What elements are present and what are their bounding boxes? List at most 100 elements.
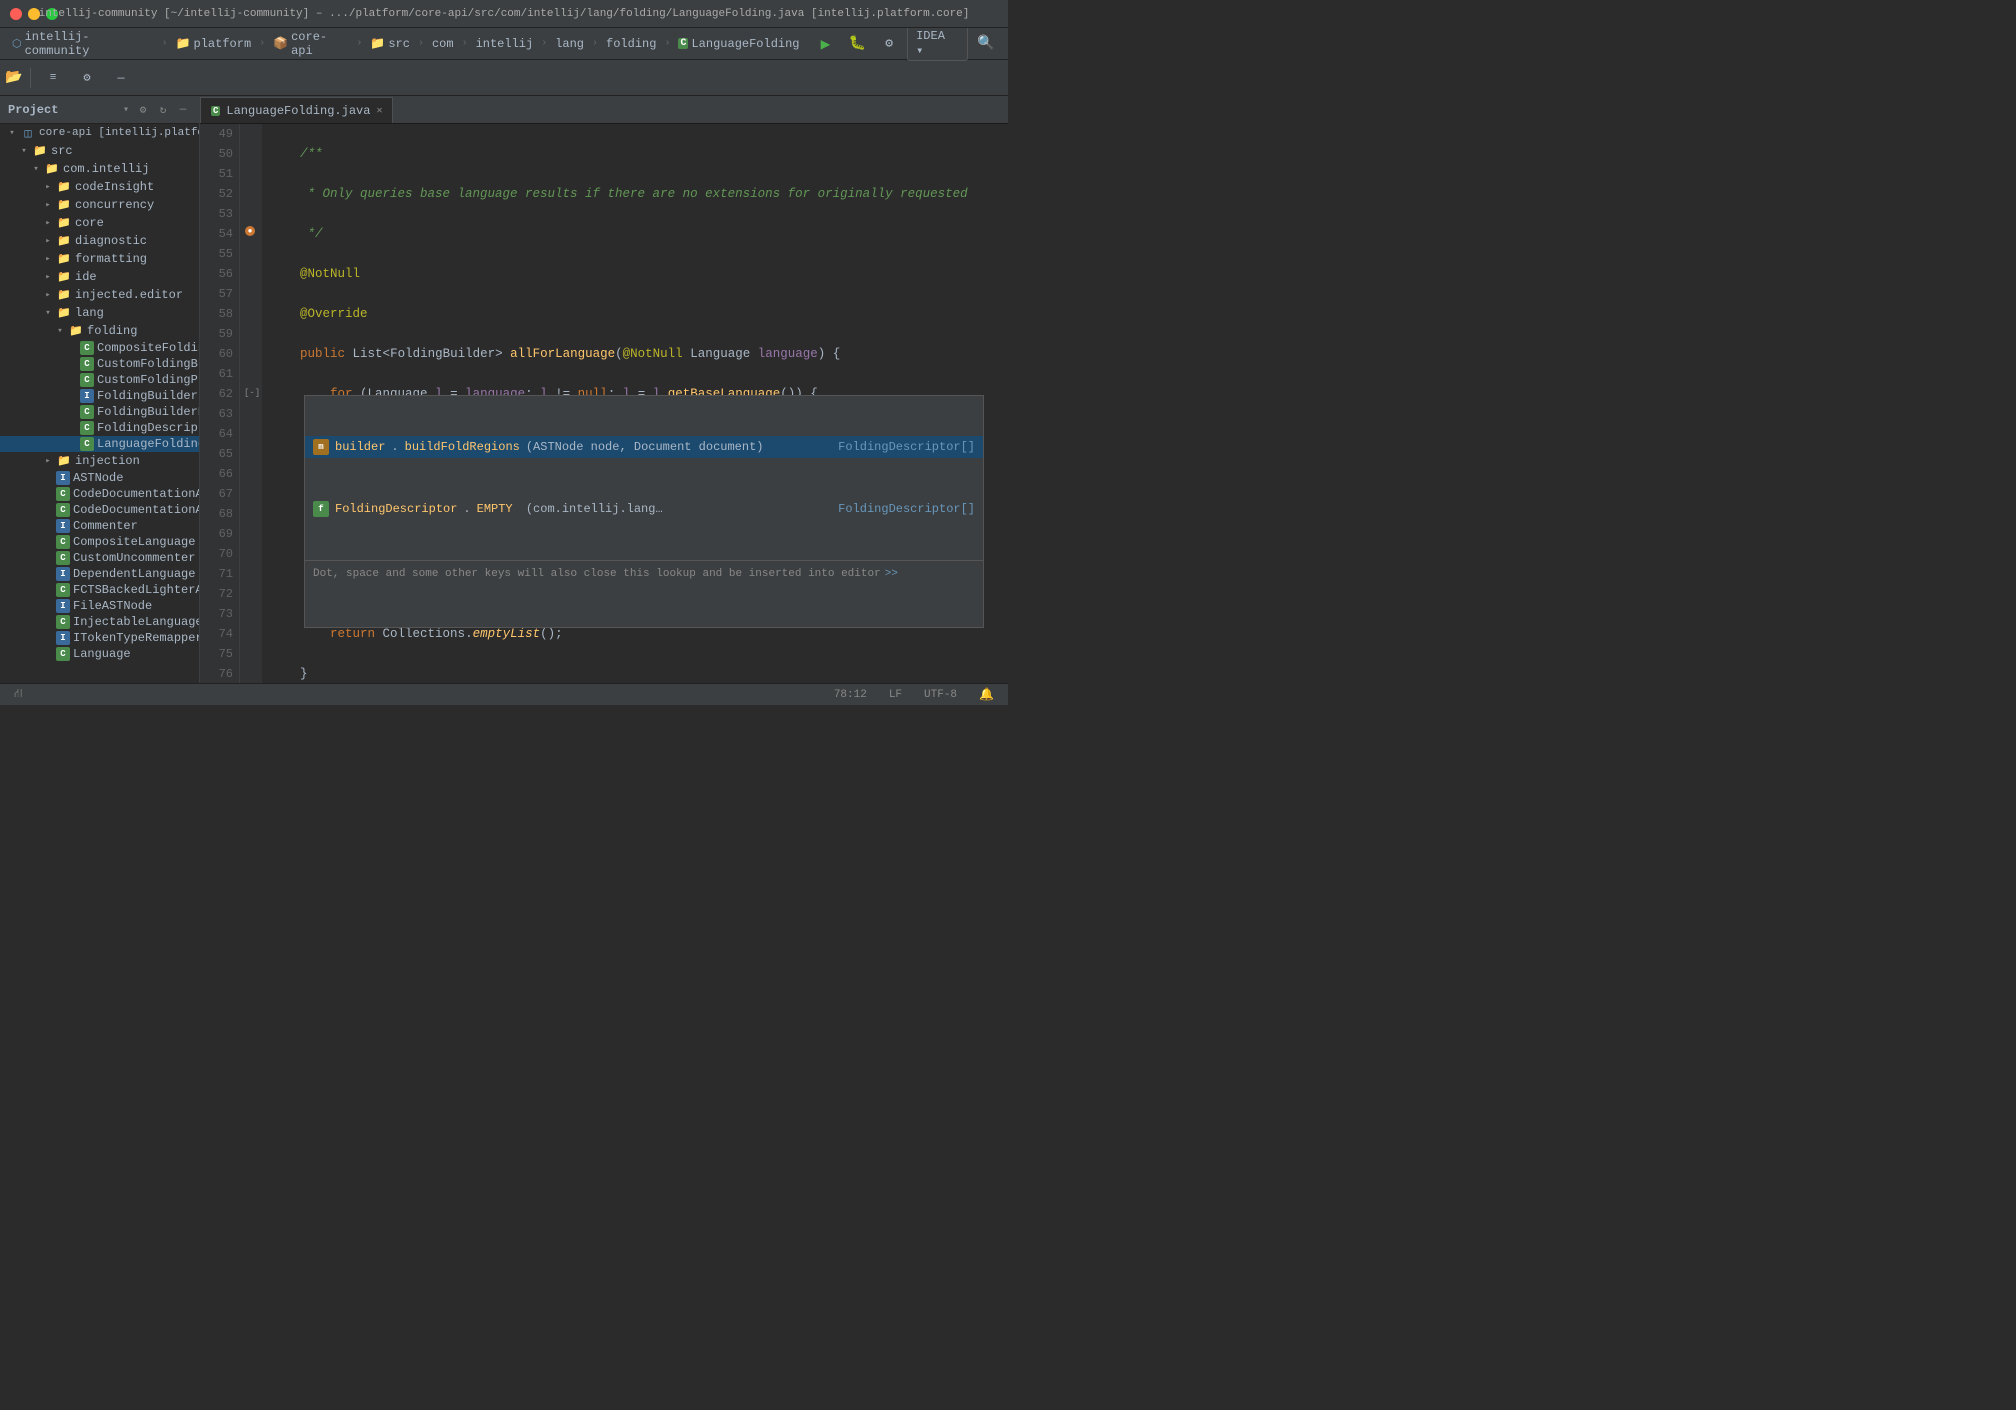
tab-close-icon[interactable]: ✕ — [376, 105, 382, 117]
tree-item-ide[interactable]: ▸ 📁 ide — [0, 268, 199, 286]
hint-link[interactable]: >> — [885, 564, 898, 584]
nav-item-project[interactable]: ⬡ intellij-community — [8, 28, 158, 60]
nav-item-src[interactable]: 📁 src — [366, 34, 414, 53]
tree-item-compositelanguage[interactable]: ▸ C CompositeLanguage — [0, 534, 199, 550]
code-line-53: @Override — [270, 304, 1008, 324]
tree-item-concurrency[interactable]: ▸ 📁 concurrency — [0, 196, 199, 214]
line-num-75: 75 — [200, 644, 233, 664]
tree-item-customfoldingprovider[interactable]: ▸ C CustomFoldingProvider — [0, 372, 199, 388]
ide-selector[interactable]: IDEA ▾ — [907, 26, 968, 61]
tree-spacer: ▸ — [64, 375, 80, 385]
toolbar-separator — [30, 68, 31, 88]
gutter-fold-62[interactable]: [-] — [244, 384, 260, 399]
tree-item-commenter[interactable]: ▸ I Commenter — [0, 518, 199, 534]
code-line-49: /** — [270, 144, 1008, 164]
tree-spacer: ▸ — [40, 569, 56, 579]
status-position[interactable]: 78:12 — [828, 689, 873, 701]
tree-item-src[interactable]: ▾ 📁 src — [0, 142, 199, 160]
line-num-57: 57 — [200, 284, 233, 304]
tree-item-core[interactable]: ▸ 📁 core — [0, 214, 199, 232]
close-button[interactable] — [10, 8, 22, 20]
line-num-49: 49 — [200, 124, 233, 144]
sidebar-gear-icon[interactable]: ⚙ — [135, 102, 151, 118]
tree-item-dependentlanguage[interactable]: ▸ I DependentLanguage — [0, 566, 199, 582]
tree-item-fileastnode[interactable]: ▸ I FileASTNode — [0, 598, 199, 614]
code-editor[interactable]: 49 50 51 52 53 54 55 56 57 58 59 60 61 6… — [200, 124, 1008, 683]
nav-item-platform[interactable]: 📁 platform — [172, 34, 256, 53]
interface-icon: I — [56, 471, 70, 485]
project-view-btn[interactable]: ≡ — [39, 64, 67, 92]
line-num-72: 72 — [200, 584, 233, 604]
status-hg[interactable]: ⛙ — [8, 687, 28, 702]
tree-item-languagefolding[interactable]: ▸ C LanguageFolding — [0, 436, 199, 452]
tree-item-diagnostic[interactable]: ▸ 📁 diagnostic — [0, 232, 199, 250]
statusbar: ⛙ 78:12 LF UTF-8 🔔 — [0, 683, 1008, 705]
tree-item-foldingdescriptor[interactable]: ▸ C FoldingDescriptor — [0, 420, 199, 436]
gutter-marker-54[interactable]: ● — [243, 224, 257, 238]
autocomplete-item-1[interactable]: m builder.buildFoldRegions(ASTNode node,… — [305, 436, 983, 458]
tree-spacer: ▸ — [64, 343, 80, 353]
editor-area: C LanguageFolding.java ✕ 49 50 51 52 53 … — [200, 96, 1008, 683]
nav-item-coreapi[interactable]: 📦 core-api — [269, 28, 352, 60]
nav-item-com[interactable]: com — [428, 35, 458, 53]
folder-icon: 📁 — [56, 251, 72, 267]
vcs-icon: ⛙ — [14, 687, 22, 702]
tree-arrow: ▾ — [52, 326, 68, 336]
sidebar-sync-icon[interactable]: ↻ — [155, 102, 171, 118]
tree-item-folding[interactable]: ▾ 📁 folding — [0, 322, 199, 340]
tree-item-foldingbuilder[interactable]: ▸ I FoldingBuilder — [0, 388, 199, 404]
interface-icon: I — [56, 599, 70, 613]
tree-item-compositefoldingbuilder[interactable]: ▸ C CompositeFoldingBuilder — [0, 340, 199, 356]
line-num-55: 55 — [200, 244, 233, 264]
tab-languagefolding[interactable]: C LanguageFolding.java ✕ — [200, 97, 393, 123]
tree-item-foldingbuilderex[interactable]: ▸ C FoldingBuilderEx — [0, 404, 199, 420]
breakpoint-icon: ● — [245, 226, 255, 236]
tree-item-astnode[interactable]: ▸ I ASTNode — [0, 470, 199, 486]
search-everywhere-button[interactable]: 🔍 — [972, 30, 1000, 58]
tree-item-root[interactable]: ▾ ◫ core-api [intellij.platform.core] — [0, 124, 199, 142]
nav-label: src — [388, 37, 410, 51]
nav-item-lang[interactable]: lang — [551, 35, 588, 53]
autocomplete-item-2[interactable]: f FoldingDescriptor.EMPTY (com.intellij.… — [305, 498, 983, 520]
tree-item-injected-editor[interactable]: ▸ 📁 injected.editor — [0, 286, 199, 304]
nav-item-intellij[interactable]: intellij — [472, 35, 538, 53]
tree-item-com-intellij[interactable]: ▾ 📁 com.intellij — [0, 160, 199, 178]
tree-item-customuncommenter[interactable]: ▸ C CustomUncommenter — [0, 550, 199, 566]
tree-spacer: ▸ — [64, 439, 80, 449]
module-icon: 📦 — [273, 36, 288, 51]
debug-button[interactable]: 🐛 — [843, 30, 871, 58]
folder-icon: 📁 — [370, 36, 385, 51]
status-notifications[interactable]: 🔔 — [973, 687, 1000, 702]
tree-item-fctsbackedlighterast[interactable]: ▸ C FCTSBackedLighterAST — [0, 582, 199, 598]
config-btn[interactable]: ⚙ — [73, 64, 101, 92]
tree-spacer: ▸ — [40, 633, 56, 643]
tree-item-codeinsight[interactable]: ▸ 📁 codeInsight — [0, 178, 199, 196]
tree-label: src — [51, 144, 73, 158]
tree-item-codedoc1[interactable]: ▸ C CodeDocumentationAwareCo — [0, 486, 199, 502]
tree-item-injection[interactable]: ▸ 📁 injection — [0, 452, 199, 470]
tree-item-codedoc2[interactable]: ▸ C CodeDocumentationAwareCo — [0, 502, 199, 518]
tree-label: FoldingBuilderEx — [97, 405, 200, 419]
sidebar-collapse-icon[interactable]: — — [175, 102, 191, 118]
nav-item-folding[interactable]: folding — [602, 35, 660, 53]
class-icon: C — [56, 583, 70, 597]
status-encoding[interactable]: UTF-8 — [918, 689, 963, 701]
class-icon: C — [56, 551, 70, 565]
code-content[interactable]: /** * Only queries base language results… — [262, 124, 1008, 683]
collapse-btn[interactable]: — — [107, 64, 135, 92]
tree-item-lang[interactable]: ▾ 📁 lang — [0, 304, 199, 322]
status-line-ending[interactable]: LF — [883, 689, 908, 701]
tree-label: CustomFoldingBuilder — [97, 357, 200, 371]
build-button[interactable]: ⚙ — [875, 30, 903, 58]
tree-item-language[interactable]: ▸ C Language — [0, 646, 199, 662]
folder-icon: 📁 — [56, 453, 72, 469]
sidebar-icon-btn[interactable]: 📂 — [6, 70, 22, 86]
dropdown-arrow[interactable]: ▾ — [123, 104, 129, 116]
tree-item-injectablelanguage[interactable]: ▸ C InjectableLanguage — [0, 614, 199, 630]
tree-item-itokentyperemapper[interactable]: ▸ I ITokenTypeRemapper — [0, 630, 199, 646]
line-num-70: 70 — [200, 544, 233, 564]
tree-item-formatting[interactable]: ▸ 📁 formatting — [0, 250, 199, 268]
nav-item-languagefolding[interactable]: C LanguageFolding — [674, 35, 803, 53]
tree-item-customfoldingbuilder[interactable]: ▸ C CustomFoldingBuilder — [0, 356, 199, 372]
run-button[interactable]: ▶ — [812, 30, 840, 58]
